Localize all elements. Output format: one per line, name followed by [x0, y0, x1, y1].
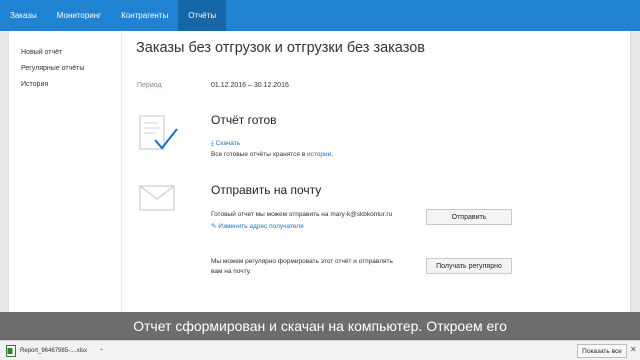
pencil-icon: ✎ — [211, 223, 217, 230]
close-icon[interactable]: ✕ — [630, 345, 637, 354]
tab-orders[interactable]: Заказы — [0, 0, 47, 31]
download-link-label: Скачать — [215, 140, 241, 147]
history-note: Все готовые отчёты хранятся в истории. — [211, 151, 333, 158]
send-email-text: Готовый отчет мы можем отправить на mary… — [211, 211, 393, 218]
sidebar-item-regular-reports[interactable]: Регулярные отчёты — [9, 61, 121, 77]
send-button[interactable]: Отправить — [426, 209, 512, 225]
video-caption: Отчет сформирован и скачан на компьютер.… — [0, 312, 640, 340]
regular-text-line-2: вам на почту. — [211, 268, 252, 275]
envelope-icon — [139, 185, 175, 211]
period-label: Период — [137, 82, 162, 89]
top-navigation: Заказы Мониторинг Контрагенты Отчёты — [0, 0, 640, 31]
download-file-name: Report_96467985-....xlsx — [20, 348, 88, 354]
page-container: Новый отчёт Регулярные отчёты История За… — [8, 31, 631, 312]
get-regularly-button[interactable]: Получать регулярно — [426, 258, 512, 274]
show-all-button[interactable]: Показать все — [577, 344, 627, 358]
download-item[interactable]: Report_96467985-....xlsx ⌃ — [6, 344, 104, 358]
excel-file-icon — [6, 345, 16, 357]
history-note-suffix: . — [331, 151, 334, 158]
period-value: 01.12.2016 – 30.12.2016 — [211, 82, 289, 89]
chevron-up-icon[interactable]: ⌃ — [99, 348, 104, 355]
history-note-text: Все готовые отчёты хранятся в — [211, 151, 308, 158]
change-recipient-link[interactable]: ✎ Изменить адрес получателя — [211, 222, 304, 230]
sidebar-item-new-report[interactable]: Новый отчёт — [9, 45, 121, 61]
history-link[interactable]: истории — [307, 151, 331, 158]
download-link[interactable]: ⤓ Скачать — [211, 140, 240, 148]
sidebar-item-history[interactable]: История — [9, 77, 121, 93]
tab-monitoring[interactable]: Мониторинг — [47, 0, 111, 31]
regular-text-line-1: Мы можем регулярно формировать этот отчё… — [211, 258, 393, 265]
tab-counterparties[interactable]: Контрагенты — [111, 0, 178, 31]
main-content: Заказы без отгрузок и отгрузки без заказ… — [122, 31, 632, 312]
tab-reports[interactable]: Отчёты — [178, 0, 227, 31]
download-icon: ⤓ — [211, 140, 214, 147]
report-document-check-icon — [139, 115, 178, 150]
send-email-title: Отправить на почту — [211, 183, 322, 197]
sidebar: Новый отчёт Регулярные отчёты История — [9, 31, 122, 312]
change-recipient-label: Изменить адрес получателя — [218, 223, 304, 230]
downloads-bar: Report_96467985-....xlsx ⌃ Показать все … — [0, 340, 640, 360]
page-title: Заказы без отгрузок и отгрузки без заказ… — [136, 40, 425, 56]
report-ready-title: Отчёт готов — [211, 113, 277, 127]
